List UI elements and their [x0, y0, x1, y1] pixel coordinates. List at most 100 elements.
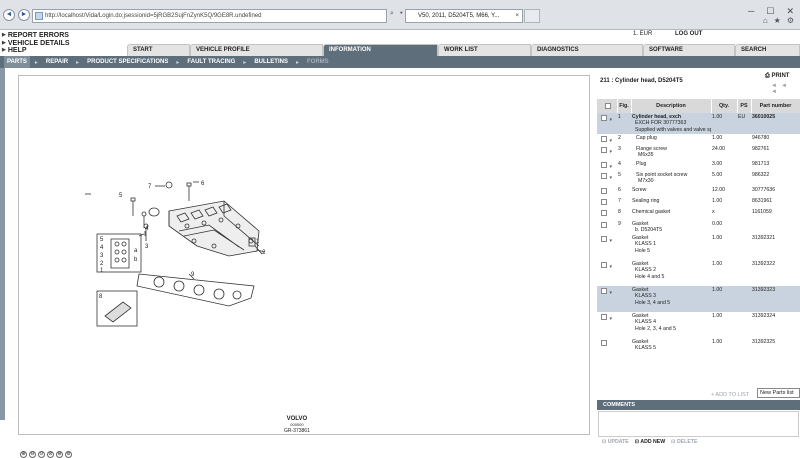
table-row[interactable]: 9 Gasket b. D5204T5 0.00 — [597, 220, 800, 235]
parts-list-select[interactable]: New Parts list — [757, 388, 800, 398]
col-ps[interactable]: PS — [737, 99, 752, 113]
row-checkbox[interactable]: ▾ — [597, 145, 617, 160]
table-row[interactable]: ▾ 1 Cylinder head, exch EXCH FOR 30777363 Su… — [597, 113, 800, 134]
delete-button[interactable]: ⊡ DELETE — [671, 438, 697, 446]
forward-button[interactable]: ► — [18, 9, 30, 21]
row-checkbox[interactable]: ▾ — [597, 113, 617, 134]
parts-panel: 211 : Cylinder head, D5204T5 ⎙ PRINT ◄◄ … — [597, 70, 800, 450]
row-qty: 0.00 — [712, 220, 723, 227]
callout-label: 2 — [262, 250, 266, 256]
row-checkbox[interactable] — [597, 338, 617, 353]
zoom-in-icon[interactable]: ⊕ — [20, 451, 27, 458]
row-part-number: 1161059 — [752, 209, 772, 216]
zoom-fit-icon[interactable]: ⊙ — [38, 451, 45, 458]
row-qty: 1.00 — [712, 197, 723, 204]
settings-icon[interactable]: ⚙ — [787, 16, 794, 25]
table-row[interactable]: ▾ Gasket KLASS 1 Hole 5 1.00 31392321 — [597, 234, 800, 260]
vehicle-details-link[interactable]: ▶ VEHICLE DETAILS — [2, 40, 70, 48]
row-ps — [737, 286, 751, 313]
tab-diagnostics[interactable]: DIAGNOSTICS — [531, 44, 643, 56]
row-checkbox[interactable]: ▾ — [597, 234, 617, 260]
row-qty: 1.00 — [712, 339, 723, 346]
table-row[interactable]: Gasket KLASS 5 1.00 31392325 — [597, 338, 800, 353]
back-button[interactable]: ◄ — [3, 9, 15, 21]
table-row[interactable]: ▾ Gasket KLASS 2 Hole 4 and 5 1.00 31392322 — [597, 260, 800, 286]
row-qty: 1.00 — [711, 113, 737, 134]
tab-work-list[interactable]: WORK LIST — [438, 44, 531, 56]
browser-tab[interactable]: V50, 2011, D5204T5, M66, Y... × — [405, 9, 523, 23]
new-tab-button[interactable] — [524, 9, 540, 23]
col-fig[interactable]: Fig. — [617, 99, 632, 113]
row-checkbox[interactable] — [597, 220, 617, 235]
tab-vehicle-profile[interactable]: VEHICLE PROFILE — [190, 44, 323, 56]
row-checkbox[interactable]: ▾ — [597, 134, 617, 145]
address-bar[interactable]: http://localhost/Vida/Login.do;jsessioni… — [32, 9, 387, 23]
print-button[interactable]: ⎙ PRINT — [765, 73, 789, 80]
comments-box[interactable] — [598, 411, 799, 437]
tab-close-icon[interactable]: × — [515, 10, 519, 22]
row-checkbox[interactable] — [597, 186, 617, 197]
table-row[interactable]: ▾ Gasket KLASS 3 Hole 3, 4 and 5 1.00 3139232… — [597, 286, 800, 313]
exploded-view-diagram[interactable]: 5 7 6 4 1 2 9 5 4 3 2 1 a b 8 3 VOLVO 00… — [18, 75, 590, 458]
report-errors-link[interactable]: ▶ REPORT ERRORS — [2, 32, 70, 40]
subtab-bulletins[interactable]: BULLETINS — [251, 56, 291, 68]
table-row[interactable]: ▾ 3 Flange screw M6x35 24.00 982761 — [597, 145, 800, 160]
logout-link[interactable]: LOG OUT — [675, 31, 702, 37]
top-links: ▶ REPORT ERRORS ▶ VEHICLE DETAILS ▶ HELP — [2, 32, 70, 55]
table-row[interactable]: 7 Sealing ring 1.00 8631961 — [597, 197, 800, 208]
table-row[interactable]: 8 Chemical gasket x 1161059 — [597, 208, 800, 219]
callout-label: b — [134, 257, 138, 263]
minimize-button[interactable]: ─ — [748, 6, 754, 17]
subtab-parts[interactable]: PARTS — [4, 56, 30, 68]
col-description[interactable]: Description — [631, 99, 712, 113]
table-row[interactable]: ▾ 4 Plug 3.00 981713 — [597, 160, 800, 171]
row-fig: 1 — [617, 113, 631, 134]
tab-information[interactable]: INFORMATION — [323, 44, 438, 56]
select-all-checkbox[interactable] — [597, 99, 618, 113]
add-to-list-button[interactable]: + ADD TO LIST — [711, 392, 749, 398]
help-link[interactable]: ▶ HELP — [2, 47, 70, 55]
row-ps — [737, 338, 751, 353]
row-checkbox[interactable]: ▾ — [597, 160, 617, 171]
row-ps — [737, 220, 751, 235]
favorites-icon[interactable]: ★ — [774, 16, 781, 25]
zoom-out-icon[interactable]: ⊖ — [29, 451, 36, 458]
update-button[interactable]: ⊡ UPDATE — [602, 438, 629, 446]
row-checkbox[interactable]: ▾ — [597, 171, 617, 186]
row-checkbox[interactable]: ▾ — [597, 312, 617, 338]
col-qty[interactable]: Qty. — [711, 99, 738, 113]
add-new-button[interactable]: ⊡ ADD NEW — [635, 438, 665, 446]
subtab-product-specifications[interactable]: PRODUCT SPECIFICATIONS — [84, 56, 171, 68]
zoom-select-icon[interactable]: ⊛ — [56, 451, 63, 458]
row-part-number: 981713 — [752, 160, 770, 167]
subtab-repair[interactable]: REPAIR — [43, 56, 71, 68]
tab-search[interactable]: SEARCH — [735, 44, 800, 56]
row-fig: 2 — [618, 134, 621, 141]
row-checkbox[interactable] — [597, 197, 617, 208]
col-part-number[interactable]: Part number — [751, 99, 800, 113]
table-row[interactable]: ▾ Gasket KLASS 4 Hole 2, 3, 4 and 5 1.00 3139… — [597, 312, 800, 338]
zoom-reset-icon[interactable]: ⊘ — [47, 451, 54, 458]
subtab-fault-tracing[interactable]: FAULT TRACING — [184, 56, 238, 68]
row-part-number: 36010025 — [751, 113, 800, 134]
table-row[interactable]: ▾ 2 Cap plug 1.00 946780 — [597, 134, 800, 145]
callout-label: 1 — [256, 239, 260, 245]
left-collapse-bar[interactable] — [0, 68, 5, 420]
home-icon[interactable]: ⌂ — [763, 16, 768, 25]
row-ps — [737, 260, 751, 286]
row-checkbox[interactable] — [597, 208, 617, 219]
table-row[interactable]: ▾ 5 Six point socket screw M7x30 5.00 986322 — [597, 171, 800, 186]
tab-software[interactable]: SOFTWARE — [643, 44, 735, 56]
volvo-logo: VOLVO 000000 GR-373861 — [284, 416, 310, 434]
row-description: Gasket KLASS 5 — [631, 338, 711, 353]
table-row[interactable]: 6 Screw 12.00 30777636 — [597, 186, 800, 197]
zoom-pan-icon[interactable]: ⊚ — [65, 451, 72, 458]
tab-start[interactable]: START — [127, 44, 190, 56]
currency-selector[interactable]: 1. EUR — [633, 31, 652, 37]
description-line: Supplied with valves and valve springs. — [635, 126, 711, 133]
comment-buttons: ⊡ UPDATE ⊡ ADD NEW ⊡ DELETE — [602, 438, 697, 446]
pager-arrows[interactable]: ◄◄ ◄ — [771, 83, 800, 95]
subtab-forms[interactable]: FORMS — [304, 56, 332, 68]
row-checkbox[interactable]: ▾ — [597, 260, 617, 286]
row-checkbox[interactable]: ▾ — [597, 286, 617, 313]
